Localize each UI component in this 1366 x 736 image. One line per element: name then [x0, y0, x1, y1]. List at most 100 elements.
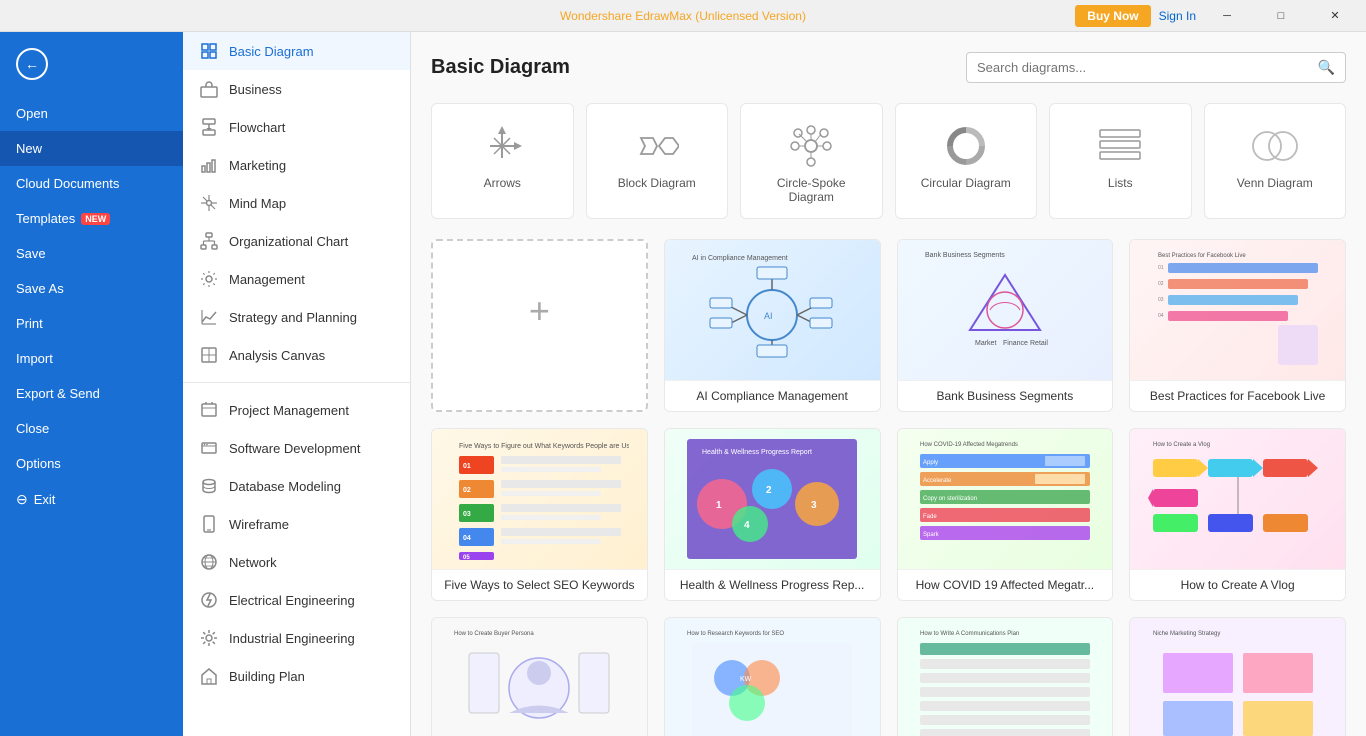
sidebar-item-print[interactable]: Print — [0, 306, 183, 341]
category-item-software[interactable]: Software Development — [183, 429, 410, 467]
template-fb-live[interactable]: Best Practices for Facebook Live 01 02 0… — [1129, 239, 1346, 412]
svg-text:How to Create Buyer Persona: How to Create Buyer Persona — [454, 631, 534, 637]
category-item-building[interactable]: Building Plan — [183, 657, 410, 695]
category-label-mindmap: Mind Map — [229, 196, 286, 211]
restore-button[interactable]: □ — [1258, 0, 1304, 32]
svg-text:Bank Business Segments: Bank Business Segments — [925, 252, 1005, 259]
template-health[interactable]: Health & Wellness Progress Report 1 2 3 … — [664, 428, 881, 601]
page-title: Basic Diagram — [431, 56, 570, 79]
svg-text:How COVID-19 Affected Megatren: How COVID-19 Affected Megatrends — [920, 442, 1018, 448]
template-vlog[interactable]: How to Create a Vlog — [1129, 428, 1346, 601]
template-covid[interactable]: How COVID-19 Affected Megatrends Apply A… — [897, 428, 1114, 601]
database-icon — [199, 476, 219, 496]
sidebar-item-save[interactable]: Save — [0, 236, 183, 271]
template-marketing[interactable]: Niche Marketing Strategy Niche Marketing… — [1129, 617, 1346, 736]
sidebar-item-options[interactable]: Options — [0, 446, 183, 481]
shape-block[interactable]: Block Diagram — [586, 103, 729, 219]
category-item-analysis[interactable]: Analysis Canvas — [183, 336, 410, 374]
category-item-mindmap[interactable]: Mind Map — [183, 184, 410, 222]
template-seo[interactable]: Five Ways to Figure out What Keywords Pe… — [431, 428, 648, 601]
category-label-wireframe: Wireframe — [229, 517, 289, 532]
category-item-network[interactable]: Network — [183, 543, 410, 581]
svg-text:KW: KW — [740, 676, 752, 683]
shape-circle-spoke[interactable]: Circle-Spoke Diagram — [740, 103, 883, 219]
category-item-management[interactable]: Management — [183, 260, 410, 298]
sidebar-item-close[interactable]: Close — [0, 411, 183, 446]
category-item-business[interactable]: Business — [183, 70, 410, 108]
fb-label: Best Practices for Facebook Live — [1130, 380, 1345, 411]
new-template-card[interactable]: + — [431, 239, 648, 412]
category-item-flowchart[interactable]: Flowchart — [183, 108, 410, 146]
shape-circular[interactable]: Circular Diagram — [895, 103, 1038, 219]
shape-lists[interactable]: Lists — [1049, 103, 1192, 219]
project-icon — [199, 400, 219, 420]
sidebar-item-exit[interactable]: ⊖ Exit — [0, 481, 183, 518]
template-ai-compliance[interactable]: AI in Compliance Management AI — [664, 239, 881, 412]
plus-icon: + — [529, 290, 550, 332]
vlog-label: How to Create A Vlog — [1130, 569, 1345, 600]
svg-text:Retail: Retail — [1030, 340, 1048, 347]
category-item-orgchart[interactable]: Organizational Chart — [183, 222, 410, 260]
block-icon — [635, 124, 679, 168]
svg-text:3: 3 — [811, 500, 817, 511]
category-item-wireframe[interactable]: Wireframe — [183, 505, 410, 543]
template-kw-research[interactable]: How to Research Keywords for SEO KW How … — [664, 617, 881, 736]
building-icon — [199, 666, 219, 686]
analysis-icon — [199, 345, 219, 365]
basic-diagram-icon — [199, 41, 219, 61]
sidebar-item-save-as[interactable]: Save As — [0, 271, 183, 306]
kw-image: How to Research Keywords for SEO KW — [665, 618, 880, 736]
strategy-icon — [199, 307, 219, 327]
search-bar: 🔍 — [966, 52, 1346, 83]
category-item-industrial[interactable]: Industrial Engineering — [183, 619, 410, 657]
shape-arrows[interactable]: Arrows — [431, 103, 574, 219]
category-item-electrical[interactable]: Electrical Engineering — [183, 581, 410, 619]
minimize-button[interactable]: ─ — [1204, 0, 1250, 32]
sidebar-item-import[interactable]: Import — [0, 341, 183, 376]
buyer-image: How to Create Buyer Persona — [432, 618, 647, 736]
search-input[interactable] — [977, 60, 1310, 75]
shape-arrows-label: Arrows — [484, 176, 521, 190]
back-button[interactable]: ← — [0, 32, 183, 96]
back-icon: ← — [16, 48, 48, 80]
svg-text:05: 05 — [463, 555, 470, 561]
category-label-marketing: Marketing — [229, 158, 286, 173]
sidebar-item-open[interactable]: Open — [0, 96, 183, 131]
sidebar-item-cloud[interactable]: Cloud Documents — [0, 166, 183, 201]
category-label-building: Building Plan — [229, 669, 305, 684]
electrical-icon — [199, 590, 219, 610]
svg-text:Apply: Apply — [923, 460, 938, 466]
shape-lists-label: Lists — [1108, 176, 1133, 190]
category-label-electrical: Electrical Engineering — [229, 593, 355, 608]
shape-venn[interactable]: Venn Diagram — [1204, 103, 1347, 219]
category-item-marketing[interactable]: Marketing — [183, 146, 410, 184]
category-label-database: Database Modeling — [229, 479, 341, 494]
template-bank-business[interactable]: Bank Business Segments Market Finance Re… — [897, 239, 1114, 412]
sidebar-item-templates[interactable]: Templates NEW — [0, 201, 183, 236]
category-item-database[interactable]: Database Modeling — [183, 467, 410, 505]
category-label-orgchart: Organizational Chart — [229, 234, 348, 249]
category-item-project[interactable]: Project Management — [183, 391, 410, 429]
category-label-project: Project Management — [229, 403, 349, 418]
shape-circular-label: Circular Diagram — [921, 176, 1011, 190]
svg-text:04: 04 — [463, 535, 471, 542]
mindmap-icon — [199, 193, 219, 213]
fb-image: Best Practices for Facebook Live 01 02 0… — [1130, 240, 1345, 380]
search-icon[interactable]: 🔍 — [1318, 59, 1335, 76]
close-button[interactable]: ✕ — [1312, 0, 1358, 32]
category-panel: Basic Diagram Business Flowchart Marketi… — [183, 32, 411, 736]
buy-now-button[interactable]: Buy Now — [1075, 5, 1150, 27]
sidebar-item-new[interactable]: New — [0, 131, 183, 166]
template-comms[interactable]: How to Write A Communications Plan How t… — [897, 617, 1114, 736]
svg-text:03: 03 — [463, 511, 471, 518]
titlebar: Wondershare EdrawMax (Unlicensed Version… — [0, 0, 1366, 32]
template-buyer[interactable]: How to Create Buyer Persona How to Creat… — [431, 617, 648, 736]
app-title: Wondershare EdrawMax (Unlicensed Version… — [560, 9, 806, 23]
sidebar-item-export[interactable]: Export & Send — [0, 376, 183, 411]
category-item-basic[interactable]: Basic Diagram — [183, 32, 410, 70]
category-item-strategy[interactable]: Strategy and Planning — [183, 298, 410, 336]
covid-image: How COVID-19 Affected Megatrends Apply A… — [898, 429, 1113, 569]
sign-in-link[interactable]: Sign In — [1159, 9, 1196, 23]
category-label-flowchart: Flowchart — [229, 120, 285, 135]
mkt-image: Niche Marketing Strategy — [1130, 618, 1345, 736]
